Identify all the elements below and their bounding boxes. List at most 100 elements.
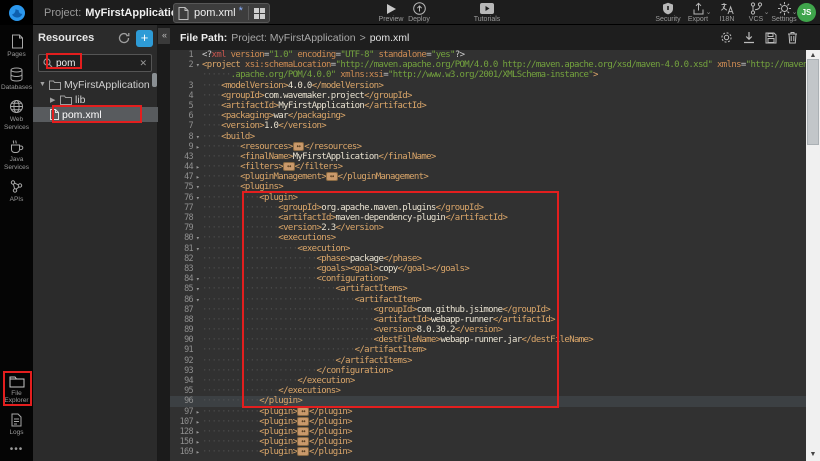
- scroll-down-arrow[interactable]: ▼: [806, 449, 820, 461]
- code-line[interactable]: 43········<finalName>MyFirstApplication<…: [170, 152, 806, 162]
- fold-toggle-icon[interactable]: ▾: [193, 193, 202, 203]
- resource-search[interactable]: ✕: [38, 54, 152, 72]
- code-line[interactable]: 97▸············<plugin>↔</plugin>: [170, 407, 806, 417]
- scrollbar-thumb[interactable]: [807, 59, 819, 145]
- code-line[interactable]: 94····················</execution>: [170, 376, 806, 386]
- add-resource-button[interactable]: +: [136, 30, 153, 47]
- code-line[interactable]: 91································</arti…: [170, 345, 806, 355]
- code-line[interactable]: 81▾····················<execution>: [170, 244, 806, 254]
- code-line[interactable]: 93························</configuratio…: [170, 366, 806, 376]
- app-logo[interactable]: [0, 0, 33, 25]
- code-line[interactable]: 83························<goals><goal>c…: [170, 264, 806, 274]
- tab-pom-xml[interactable]: pom.xml *: [173, 3, 270, 23]
- code-line[interactable]: 2▾<project xsi:schemaLocation="http://ma…: [170, 60, 806, 70]
- code-line[interactable]: 128▸············<plugin>↔</plugin>: [170, 427, 806, 437]
- code-line[interactable]: 47▸········<pluginManagement>↔</pluginMa…: [170, 172, 806, 182]
- fold-toggle-icon[interactable]: ▸: [193, 172, 202, 182]
- code-line[interactable]: 85▾····························<artifact…: [170, 284, 806, 294]
- sidebar-item-logs[interactable]: Logs: [0, 413, 33, 437]
- deploy-button[interactable]: Deploy: [402, 2, 436, 23]
- code-line[interactable]: 77················<groupId>org.apache.ma…: [170, 203, 806, 213]
- caret-down-icon[interactable]: ▼: [39, 81, 46, 88]
- sidebar-item-file-explorer[interactable]: File Explorer: [0, 375, 33, 405]
- code-line[interactable]: 44▸········<filters>↔</filters>: [170, 162, 806, 172]
- code-line[interactable]: 92····························</artifact…: [170, 356, 806, 366]
- more-menu-icon[interactable]: •••: [10, 444, 24, 455]
- code-line[interactable]: 82························<phase>package…: [170, 254, 806, 264]
- fold-toggle-icon[interactable]: ▾: [193, 274, 202, 284]
- fold-toggle-icon[interactable]: ▾: [193, 182, 202, 192]
- search-input[interactable]: [56, 58, 130, 69]
- folded-region-pill[interactable]: ↔: [297, 417, 309, 426]
- code-line[interactable]: 7····<version>1.0</version>: [170, 121, 806, 131]
- tutorials-button[interactable]: Tutorials: [470, 2, 504, 23]
- fold-toggle-icon[interactable]: ▾: [193, 244, 202, 254]
- code-line[interactable]: 88····································<a…: [170, 315, 806, 325]
- folded-region-pill[interactable]: ↔: [283, 162, 295, 171]
- folded-region-pill[interactable]: ↔: [297, 447, 309, 456]
- code-line[interactable]: 78················<artifactId>maven-depe…: [170, 213, 806, 223]
- folded-region-pill[interactable]: ↔: [297, 407, 309, 416]
- settings-button[interactable]: ⌄ Settings: [767, 2, 801, 23]
- download-icon[interactable]: [743, 31, 755, 44]
- code-line[interactable]: 86▾································<arti…: [170, 295, 806, 305]
- code-line[interactable]: 76▾············<plugin>: [170, 193, 806, 203]
- code-line[interactable]: 84▾························<configuratio…: [170, 274, 806, 284]
- user-avatar[interactable]: JS: [797, 3, 816, 22]
- code-line[interactable]: 169▸············<plugin>↔</plugin>: [170, 447, 806, 457]
- sidebar-item-java-services[interactable]: Java Services: [0, 139, 33, 171]
- code-line[interactable]: 1<?xml version="1.0" encoding="UTF-8" st…: [170, 50, 806, 60]
- code-line[interactable]: 3····<modelVersion>4.0.0</modelVersion>: [170, 81, 806, 91]
- fold-toggle-icon[interactable]: ▸: [193, 407, 202, 417]
- sidebar-item-web-services[interactable]: Web Services: [0, 99, 33, 131]
- code-line[interactable]: 4····<groupId>com.wavemaker.project</gro…: [170, 91, 806, 101]
- security-button[interactable]: Security: [651, 2, 685, 23]
- folded-region-pill[interactable]: ↔: [293, 142, 305, 151]
- code-line[interactable]: 96············</plugin>: [170, 396, 806, 406]
- editor-scrollbar[interactable]: ▲ ▼: [806, 50, 820, 461]
- folded-region-pill[interactable]: ↔: [326, 172, 338, 181]
- sidebar-item-databases[interactable]: Databases: [0, 67, 33, 92]
- fold-toggle-icon[interactable]: ▸: [193, 142, 202, 152]
- fold-toggle-icon[interactable]: ▾: [193, 233, 202, 243]
- code-line[interactable]: 87····································<g…: [170, 305, 806, 315]
- fold-toggle-icon[interactable]: ▸: [193, 162, 202, 172]
- code-line[interactable]: 8▾····<build>: [170, 132, 806, 142]
- refresh-icon[interactable]: [118, 32, 130, 44]
- fold-toggle-icon[interactable]: ▾: [193, 284, 202, 294]
- fold-toggle-icon[interactable]: ▾: [193, 132, 202, 142]
- editor-settings-gear-icon[interactable]: [720, 31, 733, 44]
- code-line[interactable]: 90····································<d…: [170, 335, 806, 345]
- code-line[interactable]: 6····<packaging>war</packaging>: [170, 111, 806, 121]
- code-line[interactable]: ······.apache.org/POM/4.0.0" xmlns:xsi="…: [170, 70, 806, 80]
- tree-item-root[interactable]: ▼ MyFirstApplication: [33, 77, 158, 92]
- grid-layout-icon[interactable]: [254, 8, 265, 19]
- code-line[interactable]: 79················<version>2.3</version>: [170, 223, 806, 233]
- fold-toggle-icon[interactable]: ▾: [193, 295, 202, 305]
- fold-toggle-icon[interactable]: ▸: [193, 427, 202, 437]
- tree-item-pom-xml[interactable]: pom.xml: [33, 107, 158, 122]
- folded-region-pill[interactable]: ↔: [297, 437, 309, 446]
- code-line[interactable]: 107▸············<plugin>↔</plugin>: [170, 417, 806, 427]
- clear-search-icon[interactable]: ✕: [139, 58, 147, 69]
- code-line[interactable]: 150▸············<plugin>↔</plugin>: [170, 437, 806, 447]
- code-line[interactable]: 9▸········<resources>↔</resources>: [170, 142, 806, 152]
- save-icon[interactable]: [765, 32, 777, 44]
- fold-toggle-icon[interactable]: ▸: [193, 417, 202, 427]
- code-line[interactable]: 5····<artifactId>MyFirstApplication</art…: [170, 101, 806, 111]
- code-lines[interactable]: 1<?xml version="1.0" encoding="UTF-8" st…: [170, 50, 806, 461]
- code-line[interactable]: 75▾········<plugins>: [170, 182, 806, 192]
- fold-toggle-icon[interactable]: ▸: [193, 447, 202, 457]
- code-line[interactable]: 95················</executions>: [170, 386, 806, 396]
- folded-region-pill[interactable]: ↔: [297, 427, 309, 436]
- caret-right-icon[interactable]: ▶: [50, 96, 57, 104]
- code-line[interactable]: 89····································<v…: [170, 325, 806, 335]
- delete-trash-icon[interactable]: [787, 31, 798, 44]
- fold-toggle-icon[interactable]: ▾: [193, 60, 202, 70]
- sidebar-item-pages[interactable]: Pages: [0, 34, 33, 59]
- fold-toggle-icon[interactable]: ▸: [193, 437, 202, 447]
- tree-item-lib[interactable]: ▶ lib: [33, 92, 158, 107]
- panel-scrollbar-thumb[interactable]: [152, 73, 157, 87]
- code-line[interactable]: 80▾················<executions>: [170, 233, 806, 243]
- sidebar-item-apis[interactable]: APIs: [0, 179, 33, 204]
